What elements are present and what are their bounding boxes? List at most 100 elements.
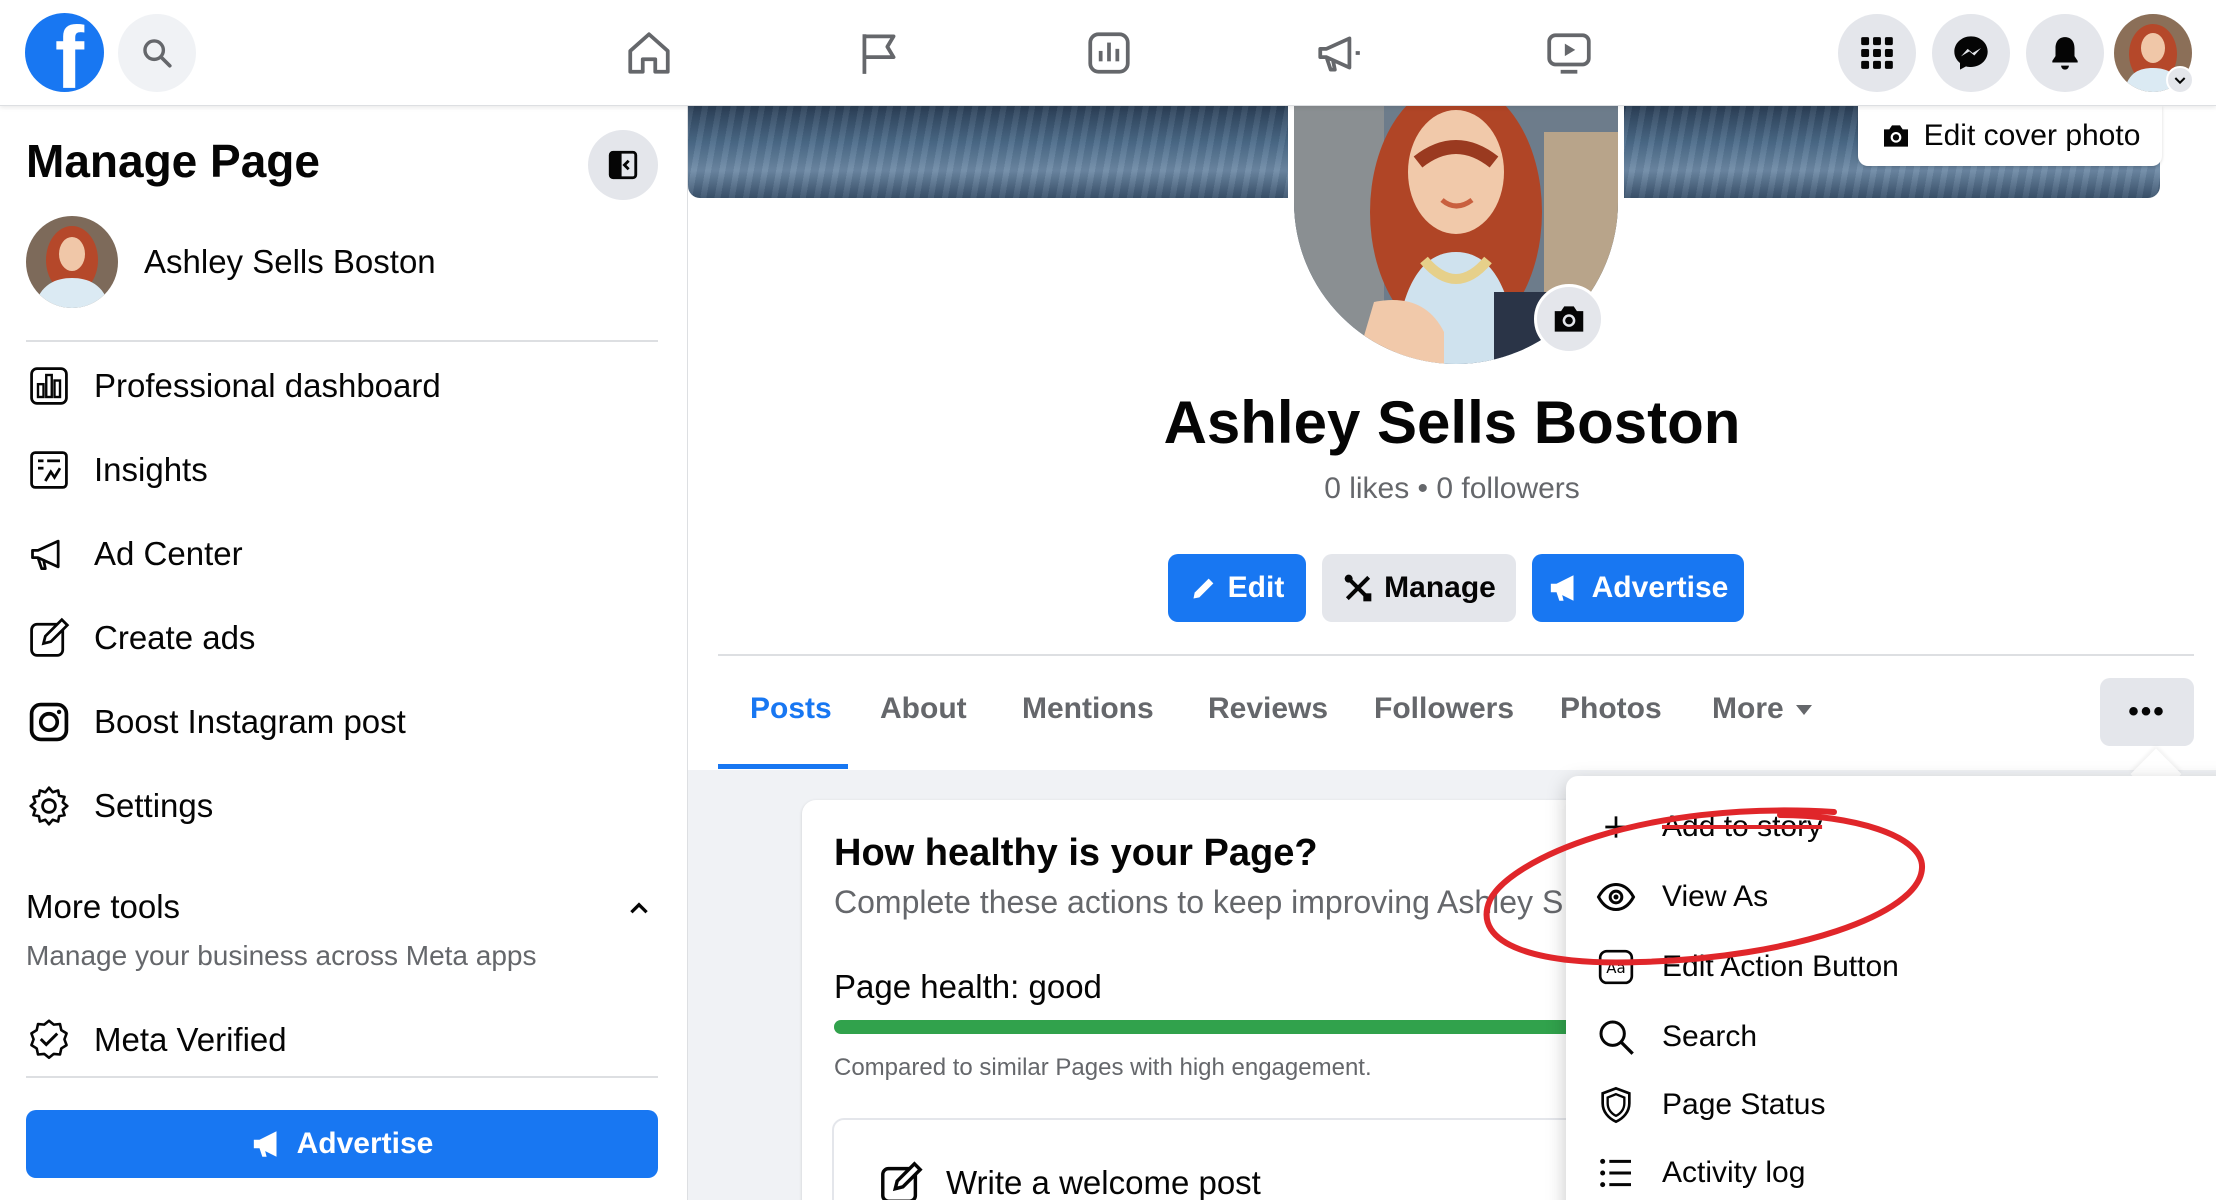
tab-reviews[interactable]: Reviews: [1208, 692, 1328, 726]
sidebar-item-create-ads[interactable]: Create ads: [26, 608, 255, 668]
tab-posts[interactable]: Posts: [750, 692, 832, 726]
tab-about[interactable]: About: [880, 692, 967, 726]
menu-button[interactable]: [1838, 14, 1916, 92]
dashboard-nav[interactable]: [1076, 20, 1142, 86]
pages-nav[interactable]: [846, 20, 912, 86]
search-button[interactable]: [118, 14, 196, 92]
shield-icon: [1594, 1083, 1638, 1127]
sidebar-collapse-icon: [608, 150, 638, 180]
more-tools-subtitle: Manage your business across Meta apps: [26, 940, 537, 971]
menu-item-edit-action-button[interactable]: Aa Edit Action Button: [1594, 940, 1899, 994]
flag-icon: [862, 34, 896, 74]
menu-item-add-to-story[interactable]: Add to story: [1594, 800, 1822, 854]
more-tools-heading: More tools: [26, 888, 181, 925]
list-icon: [1594, 1151, 1638, 1195]
sidebar-item-label: Insights: [94, 451, 208, 488]
action-button-icon: Aa: [1594, 945, 1638, 989]
svg-text:Aa: Aa: [1606, 959, 1625, 977]
more-options-button[interactable]: •••: [2100, 678, 2194, 746]
messenger-button[interactable]: [1932, 14, 2010, 92]
home-nav[interactable]: [616, 20, 682, 86]
divider: [26, 340, 658, 342]
sidebar-advertise-button[interactable]: Advertise: [26, 1110, 658, 1178]
menu-grid-icon: [1861, 37, 1893, 69]
plus-icon: [1594, 805, 1638, 849]
menu-item-label: Search: [1662, 1020, 1758, 1053]
advertise-button[interactable]: Advertise: [1532, 554, 1744, 622]
tab-mentions[interactable]: Mentions: [1022, 692, 1154, 726]
sidebar-item-ad-center[interactable]: Ad Center: [26, 524, 243, 584]
profile-stats: 0 likes • 0 followers: [1324, 472, 1580, 505]
menu-item-label: Activity log: [1662, 1156, 1806, 1189]
megaphone-icon: [1318, 36, 1360, 72]
sidebar-item-meta-verified[interactable]: Meta Verified: [26, 1010, 287, 1070]
edit-icon: [26, 615, 72, 661]
edit-button[interactable]: Edit: [1168, 554, 1306, 622]
sidebar-item-boost-instagram[interactable]: Boost Instagram post: [26, 692, 406, 752]
notifications-button[interactable]: [2026, 14, 2104, 92]
sidebar-item-label: Boost Instagram post: [94, 703, 406, 740]
account-menu-toggle[interactable]: [2166, 66, 2194, 94]
sidebar-item-insights[interactable]: Insights: [26, 440, 208, 500]
health-status: Page health: good: [834, 968, 1102, 1005]
chevron-down-icon: [2174, 77, 2186, 85]
profile-name: Ashley Sells Boston: [1163, 389, 1741, 456]
advertise-label: Advertise: [1591, 571, 1729, 604]
edit-cover-photo-button[interactable]: Edit cover photo: [1858, 106, 2162, 166]
megaphone-icon: [253, 1131, 277, 1157]
video-nav[interactable]: [1536, 20, 1602, 86]
eye-icon: [1594, 875, 1638, 919]
menu-item-label: Edit Action Button: [1662, 950, 1899, 983]
sidebar-item-professional-dashboard[interactable]: Professional dashboard: [26, 356, 441, 416]
compose-icon: [881, 1161, 923, 1200]
collapse-sidebar-button[interactable]: [588, 130, 658, 200]
sidebar-item-label: Settings: [94, 787, 214, 824]
tab-more[interactable]: More: [1712, 692, 1812, 726]
megaphone-icon: [26, 531, 72, 577]
search-icon: [1594, 1015, 1638, 1059]
menu-item-view-as[interactable]: View As: [1594, 870, 1768, 924]
search-icon: [143, 39, 172, 68]
ads-nav[interactable]: [1306, 20, 1372, 86]
update-profile-picture-button[interactable]: [1534, 284, 1604, 354]
menu-item-label: View As: [1662, 880, 1769, 913]
camera-icon: [1554, 306, 1584, 332]
menu-item-page-status[interactable]: Page Status: [1594, 1078, 1825, 1132]
menu-item-label: Page Status: [1662, 1088, 1826, 1121]
page-name: Ashley Sells Boston: [144, 243, 436, 280]
dashboard-icon: [1088, 32, 1130, 74]
tab-photos[interactable]: Photos: [1560, 692, 1662, 726]
megaphone-icon: [1550, 575, 1574, 601]
sidebar-item-label: Create ads: [94, 619, 256, 656]
tab-more-label: More: [1712, 692, 1784, 725]
menu-item-label: Add to story: [1662, 810, 1823, 843]
sidebar-item-settings[interactable]: Settings: [26, 776, 213, 836]
facebook-logo[interactable]: f: [25, 13, 104, 92]
manage-button[interactable]: Manage: [1322, 554, 1516, 622]
caret-down-icon: [1795, 705, 1812, 716]
tab-followers[interactable]: Followers: [1374, 692, 1514, 726]
page-switcher[interactable]: Ashley Sells Boston: [26, 216, 436, 308]
camera-icon: [1883, 125, 1908, 147]
more-options-dots-icon: •••: [2128, 695, 2166, 728]
pencil-icon: [1193, 578, 1213, 599]
video-icon: [1547, 33, 1591, 74]
instagram-icon: [26, 699, 72, 745]
verified-badge-icon: [26, 1017, 72, 1063]
edit-cover-label: Edit cover photo: [1923, 119, 2141, 152]
health-title: How healthy is your Page?: [834, 832, 1318, 874]
page-avatar: [26, 216, 118, 308]
dashboard-icon: [26, 363, 72, 409]
menu-item-activity-log[interactable]: Activity log: [1594, 1146, 1805, 1200]
sidebar-item-label: Ad Center: [94, 535, 243, 572]
messenger-icon: [1954, 36, 1988, 70]
chevron-up-icon: [630, 902, 648, 914]
bell-icon: [2052, 37, 2078, 70]
manage-label: Manage: [1384, 571, 1496, 604]
menu-item-search[interactable]: Search: [1594, 1010, 1757, 1064]
sidebar-title: Manage Page: [26, 135, 320, 187]
top-navigation-bar: f: [0, 0, 2216, 106]
welcome-post-label: Write a welcome post: [946, 1164, 1261, 1200]
more-tools-toggle[interactable]: [626, 896, 652, 927]
active-tab-indicator: [718, 764, 848, 769]
